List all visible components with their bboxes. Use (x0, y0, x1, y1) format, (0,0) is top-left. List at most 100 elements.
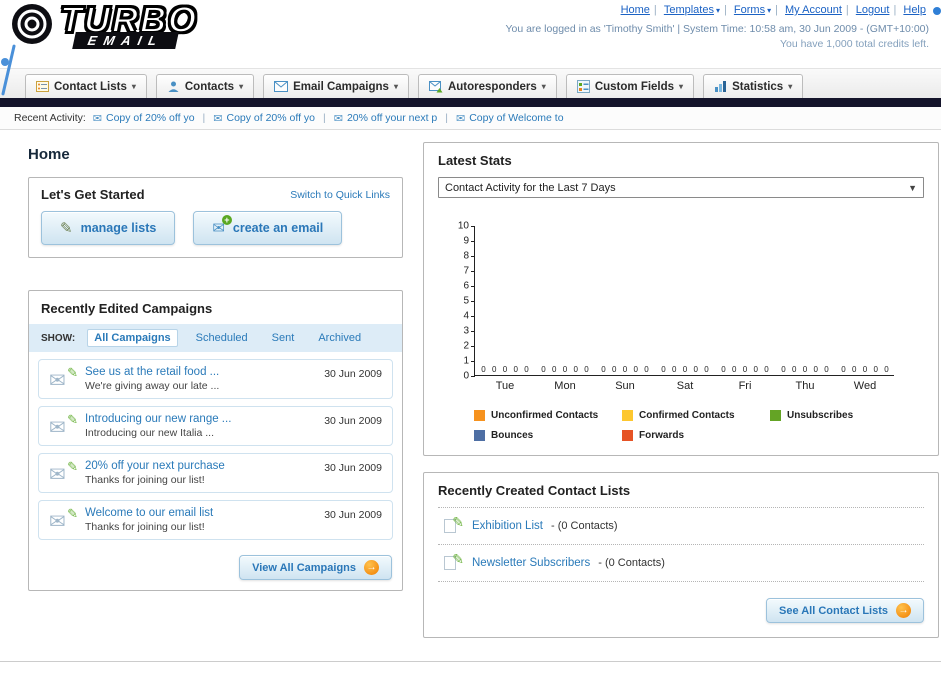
separator: | (723, 4, 727, 16)
legend-item: Unconfirmed Contacts (474, 410, 622, 421)
app-logo[interactable]: TURBO EMAIL (8, 1, 198, 49)
recent-contact-lists-panel: Recently Created Contact Lists ✎ Exhibit… (423, 472, 939, 638)
campaign-text: See us at the retail food ... We're givi… (85, 366, 316, 392)
top-link-my-account[interactable]: My Account (785, 4, 842, 16)
recent-activity-link[interactable]: Copy of Welcome to (469, 112, 563, 124)
turbo-email-app: TURBO EMAIL Home | Templates ▾ | Forms ▾ | My… (0, 0, 941, 683)
recent-activity-item[interactable]: ✉ 20% off your next p (334, 112, 438, 125)
x-axis-label: Fri (738, 380, 752, 392)
create-email-button[interactable]: ✉ + create an email (193, 211, 343, 245)
tab-sent[interactable]: Sent (266, 330, 301, 346)
separator: | (653, 4, 657, 16)
bar-value-label: 0 (502, 365, 508, 374)
chevron-down-icon: ▾ (788, 82, 793, 91)
custom-fields-icon (576, 80, 590, 93)
bar-value-label: 0 (873, 365, 878, 374)
top-link-home[interactable]: Home (621, 4, 650, 16)
bar-value-label: 0 (492, 365, 497, 374)
contact-list-item[interactable]: ✎ Newsletter Subscribers - (0 Contacts) (438, 545, 924, 582)
tab-statistics[interactable]: Statistics ▾ (703, 74, 804, 98)
campaign-title-link[interactable]: Welcome to our email list (85, 507, 316, 519)
manage-lists-button[interactable]: ✎ manage lists (41, 211, 176, 245)
bar-value-label: 0 (884, 365, 889, 374)
legend-label: Confirmed Contacts (639, 410, 735, 421)
top-link-logout[interactable]: Logout (856, 4, 890, 16)
tab-all-campaigns[interactable]: All Campaigns (87, 329, 178, 347)
email-icon: ✉ (455, 112, 466, 125)
top-link-forms[interactable]: Forms ▾ (734, 4, 771, 16)
recent-activity-item[interactable]: ✉ Copy of Welcome to (456, 112, 564, 125)
campaign-title-link[interactable]: See us at the retail food ... (85, 366, 316, 378)
email-icon: ✉ (92, 112, 102, 125)
arrow-right-icon: → (896, 603, 911, 618)
recent-activity-link[interactable]: Copy of 20% off yo (106, 112, 195, 124)
campaign-footer: View All Campaigns → (29, 547, 402, 582)
campaign-list-item[interactable]: ✉ ✎ Introducing our new range ... Introdu… (38, 406, 393, 446)
tab-archived[interactable]: Archived (312, 330, 367, 346)
y-axis-tick (471, 271, 475, 272)
contact-list-link[interactable]: Newsletter Subscribers (472, 557, 590, 569)
tab-email-campaigns[interactable]: Email Campaigns ▾ (263, 74, 409, 98)
contact-list-item[interactable]: ✎ Exhibition List - (0 Contacts) (438, 508, 924, 545)
top-link-help[interactable]: Help (903, 4, 926, 16)
tab-contact-lists[interactable]: Contact Lists ▾ (25, 74, 147, 98)
help-bubble-icon[interactable] (933, 7, 941, 15)
x-axis-label: Thu (795, 380, 815, 392)
campaign-list-item[interactable]: ✉ ✎ See us at the retail food ... We're g… (38, 359, 393, 399)
page-title: Home (28, 146, 70, 163)
y-axis-label: 1 (463, 355, 469, 367)
switch-quick-links-link[interactable]: Switch to Quick Links (290, 189, 390, 201)
recent-activity-item[interactable]: ✉ Copy of 20% off yo (213, 112, 315, 125)
logo-text: TURBO EMAIL (59, 1, 198, 49)
stats-activity-dropdown[interactable]: Contact Activity for the Last 7 Days ▼ (438, 177, 924, 198)
left-column: Home Let's Get Started Switch to Quick L… (28, 142, 403, 638)
get-started-title: Let's Get Started (41, 187, 145, 202)
contact-lists-footer: See All Contact Lists → (438, 582, 924, 623)
tab-scheduled[interactable]: Scheduled (190, 330, 254, 346)
recent-activity-link[interactable]: Copy of 20% off yo (226, 112, 315, 124)
campaign-subtitle: Thanks for joining our list! (85, 474, 205, 486)
chart-bar-group: 00000 (775, 365, 835, 374)
y-axis-label: 0 (463, 370, 469, 382)
bar-value-label: 0 (633, 365, 638, 374)
bar-value-label: 0 (753, 365, 758, 374)
tab-label: Statistics (732, 80, 784, 93)
campaign-title-link[interactable]: 20% off your next purchase (85, 460, 316, 472)
recent-activity-label: Recent Activity: (14, 112, 86, 124)
chevron-down-icon: ▾ (131, 82, 136, 91)
plus-icon: + (221, 215, 232, 225)
bar-value-label: 0 (792, 365, 797, 374)
chart-plot: 0 1 2 3 4 5 6 7 8 9 10 0 0 0 0 0 Tue 0 0 0 0 0 Mon 0 0 0 0 0 Sun 0 0 0 0… (458, 221, 895, 392)
tab-autoresponders[interactable]: Autoresponders ▾ (417, 74, 557, 98)
contacts-icon (168, 81, 179, 92)
campaign-list-item[interactable]: ✉ ✎ Welcome to our email list Thanks for … (38, 500, 393, 540)
bar-value-label: 0 (622, 365, 628, 374)
bar-value-label: 0 (541, 365, 546, 374)
top-link-templates[interactable]: Templates ▾ (664, 4, 720, 16)
tab-contacts[interactable]: Contacts ▾ (155, 74, 255, 98)
x-axis-label: Wed (853, 380, 877, 392)
recent-activity-item[interactable]: ✉ Copy of 20% off yo (93, 112, 195, 125)
stats-activity-dropdown-value: Contact Activity for the Last 7 Days (445, 181, 616, 194)
chevron-down-icon: ▾ (715, 6, 720, 15)
campaign-date: 30 Jun 2009 (324, 415, 382, 427)
x-axis-label: Mon (554, 380, 576, 392)
view-all-campaigns-button[interactable]: View All Campaigns → (239, 555, 392, 580)
chart-bar-group: 00000 (835, 365, 895, 374)
get-started-header: Let's Get Started Switch to Quick Links (41, 187, 390, 202)
bar-value-label: 0 (852, 365, 857, 374)
y-axis-tick (471, 301, 475, 302)
legend-swatch (474, 430, 485, 441)
campaign-subtitle: Thanks for joining our list! (85, 521, 205, 533)
tab-label: Contact Lists (54, 80, 127, 93)
bar-value-label: 0 (612, 365, 617, 374)
create-email-label: create an email (232, 221, 324, 235)
campaign-title-link[interactable]: Introducing our new range ... (85, 413, 316, 425)
tab-custom-fields[interactable]: Custom Fields ▾ (565, 74, 695, 98)
logo-subtitle: EMAIL (72, 32, 180, 49)
see-all-contact-lists-button[interactable]: See All Contact Lists → (765, 598, 924, 623)
recent-activity-link[interactable]: 20% off your next p (347, 112, 437, 124)
contact-list-link[interactable]: Exhibition List (472, 520, 543, 532)
bar-value-label: 0 (672, 365, 677, 374)
campaign-list-item[interactable]: ✉ ✎ 20% off your next purchase Thanks for… (38, 453, 393, 493)
